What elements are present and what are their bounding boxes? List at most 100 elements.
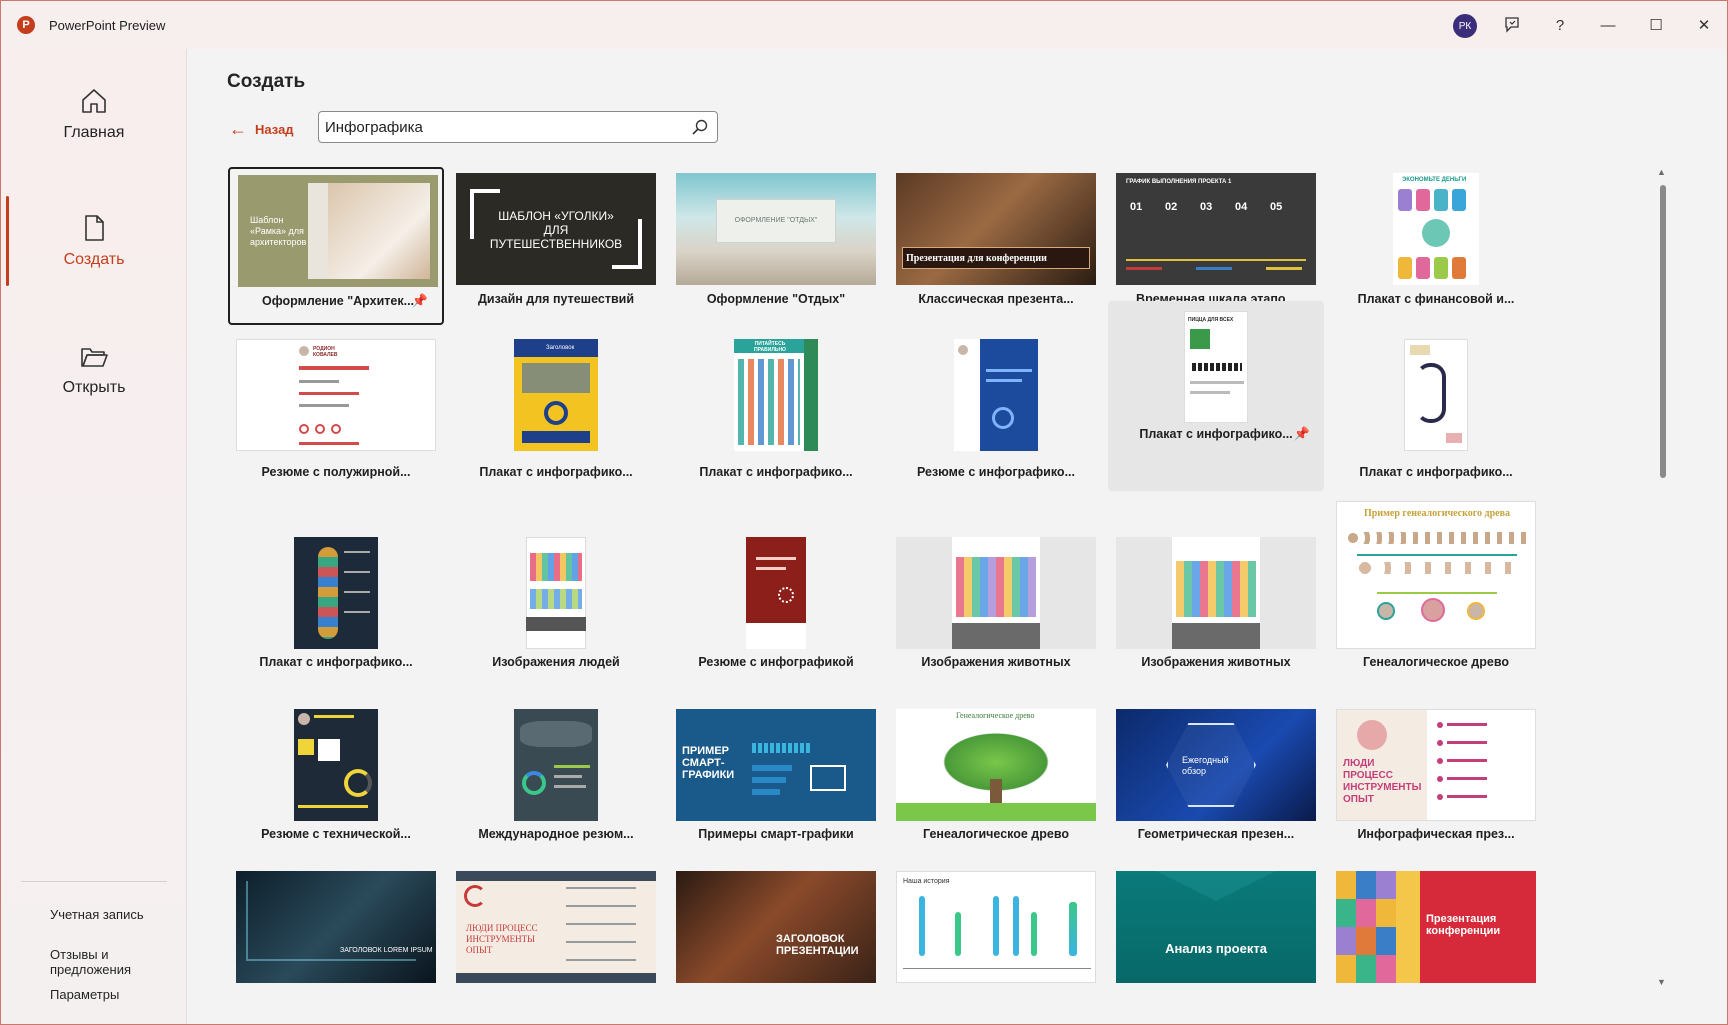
template-thumbnail: [456, 709, 656, 821]
sidebar-item-label: Открыть: [62, 379, 126, 396]
template-tile[interactable]: Плакат с инфографико...: [1328, 301, 1544, 491]
scrollbar-thumb[interactable]: [1660, 185, 1666, 478]
template-tile[interactable]: Заголовок Плакат с инфографико...: [448, 301, 664, 491]
template-tile[interactable]: ПРИМЕР СМАРТ-ГРАФИКИ Примеры смарт-графи…: [668, 709, 884, 849]
template-thumbnail: ЛЮДИ ПРОЦЕСС ИНСТРУМЕНТЫ ОПЫТ: [1336, 709, 1536, 821]
template-thumbnail: Презентация конференции: [1336, 871, 1536, 983]
template-thumbnail: Наша история: [896, 871, 1096, 983]
thumbnail-text: Шаблон «Рамка» для архитекторов: [250, 215, 307, 247]
scroll-down-icon[interactable]: ▼: [1657, 977, 1666, 987]
template-tile[interactable]: Изображения людей: [448, 501, 664, 681]
template-label: Генеалогическое древо: [1363, 655, 1509, 669]
powerpoint-logo-icon: P: [17, 16, 35, 34]
template-label: Изображения животных: [1141, 655, 1291, 669]
template-thumbnail: Ежегодный обзор: [1116, 709, 1316, 821]
template-tile[interactable]: Пример генеалогического древа Генеалогич…: [1328, 501, 1544, 681]
template-thumbnail: [236, 709, 436, 821]
thumbnail-text: ПРИМЕР СМАРТ-ГРАФИКИ: [682, 745, 735, 781]
thumbnail-text: ЭКОНОМЬТЕ ДЕНЬГИ: [1402, 177, 1467, 183]
template-tile[interactable]: ЗАГОЛОВОК ПРЕЗЕНТАЦИИ: [668, 871, 884, 983]
account-link[interactable]: Учетная запись: [50, 907, 144, 922]
thumbnail-text: ШАБЛОН «УГОЛКИ» ДЛЯ ПУТЕШЕСТВЕННИКОВ: [489, 209, 623, 251]
template-tile[interactable]: Международное резюм...: [448, 709, 664, 849]
feedback-link[interactable]: Отзывы и предложения: [50, 947, 186, 977]
template-label: Плакат с инфографико...: [259, 655, 413, 669]
sidebar-item-label: Создать: [63, 251, 125, 268]
template-thumbnail: ЗАГОЛОВОК ПРЕЗЕНТАЦИИ: [676, 871, 876, 983]
template-label: Плакат с инфографико...: [479, 465, 633, 479]
template-tile[interactable]: ЗАГОЛОВОК LOREM IPSUM: [228, 871, 444, 983]
template-thumbnail: ЭКОНОМЬТЕ ДЕНЬГИ: [1336, 173, 1536, 285]
template-thumbnail: [896, 339, 1096, 451]
template-thumbnail: [896, 537, 1096, 649]
thumbnail-text: ЗАГОЛОВОК ПРЕЗЕНТАЦИИ: [776, 933, 859, 957]
template-thumbnail: [676, 537, 876, 649]
search-input[interactable]: [325, 118, 685, 136]
template-tile[interactable]: ЛЮДИ ПРОЦЕСС ИНСТРУМЕНТЫ ОПЫТ Инфографич…: [1328, 709, 1544, 849]
template-thumbnail: Презентация для конференции: [896, 173, 1096, 285]
help-button[interactable]: ?: [1545, 11, 1575, 39]
template-thumbnail: ПРИМЕР СМАРТ-ГРАФИКИ: [676, 709, 876, 821]
template-thumbnail: ЗАГОЛОВОК LOREM IPSUM: [236, 871, 436, 983]
template-tile[interactable]: ПИЦЦА ДЛЯ ВСЕХ Плакат с инфографико... 📌: [1108, 301, 1324, 491]
sidebar: Главная Создать Открыть Учетная запись О…: [1, 49, 187, 1024]
sidebar-item-home[interactable]: Главная: [1, 59, 187, 169]
template-tile[interactable]: Плакат с инфографико...: [228, 501, 444, 681]
template-thumbnail: ЛЮДИ ПРОЦЕСС ИНСТРУМЕНТЫ ОПЫТ: [456, 871, 656, 983]
template-tile[interactable]: РОДИОН КОВАЛЕВ Резюме с полужирной...: [228, 301, 444, 491]
thumbnail-number: 05: [1270, 201, 1283, 213]
sidebar-item-label: Главная: [63, 124, 125, 141]
template-label: Резюме с инфографикой: [698, 655, 854, 669]
app-window: P PowerPoint Preview РК ? — ☐ ✕ Главная …: [0, 0, 1728, 1025]
folder-open-icon: [81, 348, 108, 367]
template-thumbnail: Пример генеалогического древа: [1336, 501, 1536, 649]
template-tile[interactable]: Изображения животных: [888, 501, 1104, 681]
thumbnail-text: ПИТАЙТЕСЬ ПРАВИЛЬНО: [754, 341, 786, 353]
thumbnail-text: ЛЮДИ ПРОЦЕСС ИНСТРУМЕНТЫ ОПЫТ: [466, 923, 538, 955]
back-button[interactable]: ← Назад: [229, 119, 294, 140]
pin-icon[interactable]: 📌: [1294, 426, 1310, 442]
sidebar-item-new[interactable]: Создать: [1, 186, 187, 296]
maximize-button[interactable]: ☐: [1641, 11, 1671, 39]
thumbnail-number: 04: [1235, 201, 1248, 213]
scroll-up-icon[interactable]: ▲: [1657, 167, 1666, 177]
template-tile[interactable]: Резюме с технической...: [228, 709, 444, 849]
template-thumbnail: ПИЦЦА ДЛЯ ВСЕХ: [1116, 311, 1316, 423]
template-label: Резюме с технической...: [261, 827, 411, 841]
template-thumbnail: [1336, 339, 1536, 451]
template-tile[interactable]: Ежегодный обзор Геометрическая презен...: [1108, 709, 1324, 849]
template-thumbnail: Анализ проекта: [1116, 871, 1316, 983]
sidebar-item-open[interactable]: Открыть: [1, 314, 187, 424]
template-thumbnail: [236, 537, 436, 649]
user-avatar[interactable]: РК: [1453, 14, 1477, 38]
template-label: Резюме с инфографико...: [916, 465, 1075, 479]
template-tile[interactable]: Резюме с инфографико...: [888, 301, 1104, 491]
minimize-button[interactable]: —: [1593, 11, 1623, 39]
app-title: PowerPoint Preview: [49, 18, 166, 33]
template-tile[interactable]: Генеалогическое древо Генеалогическое др…: [888, 709, 1104, 849]
template-thumbnail: ГРАФИК ВЫПОЛНЕНИЯ ПРОЕКТА 1 01 02 03 04 …: [1116, 173, 1316, 285]
template-tile[interactable]: ПИТАЙТЕСЬ ПРАВИЛЬНО Плакат с инфографико…: [668, 301, 884, 491]
new-document-icon: [85, 215, 104, 241]
template-tile[interactable]: Наша история: [888, 871, 1104, 983]
thumbnail-text: ГРАФИК ВЫПОЛНЕНИЯ ПРОЕКТА 1: [1126, 179, 1232, 185]
close-button[interactable]: ✕: [1689, 11, 1719, 39]
arrow-left-icon: ←: [229, 119, 247, 139]
template-tile[interactable]: Презентация конференции: [1328, 871, 1544, 983]
template-tile[interactable]: Резюме с инфографикой: [668, 501, 884, 681]
feedback-icon[interactable]: [1497, 11, 1527, 39]
template-tile[interactable]: Изображения животных: [1108, 501, 1324, 681]
template-label: Плакат с инфографико...: [1359, 465, 1513, 479]
template-tile[interactable]: Анализ проекта: [1108, 871, 1324, 983]
options-link[interactable]: Параметры: [50, 987, 119, 1002]
template-tile[interactable]: ЛЮДИ ПРОЦЕСС ИНСТРУМЕНТЫ ОПЫТ: [448, 871, 664, 983]
search-icon[interactable]: [691, 118, 709, 136]
thumbnail-text: ОФОРМЛЕНИЕ "ОТДЫХ": [734, 217, 818, 224]
template-thumbnail: Генеалогическое древо: [896, 709, 1096, 821]
template-label: Резюме с полужирной...: [261, 465, 411, 479]
thumbnail-text: Пример генеалогического древа: [1364, 508, 1510, 519]
thumbnail-text: ЛЮДИ ПРОЦЕСС ИНСТРУМЕНТЫ ОПЫТ: [1343, 758, 1422, 805]
search-field[interactable]: [318, 111, 718, 143]
sidebar-divider: [21, 881, 167, 882]
home-icon: [82, 89, 106, 113]
